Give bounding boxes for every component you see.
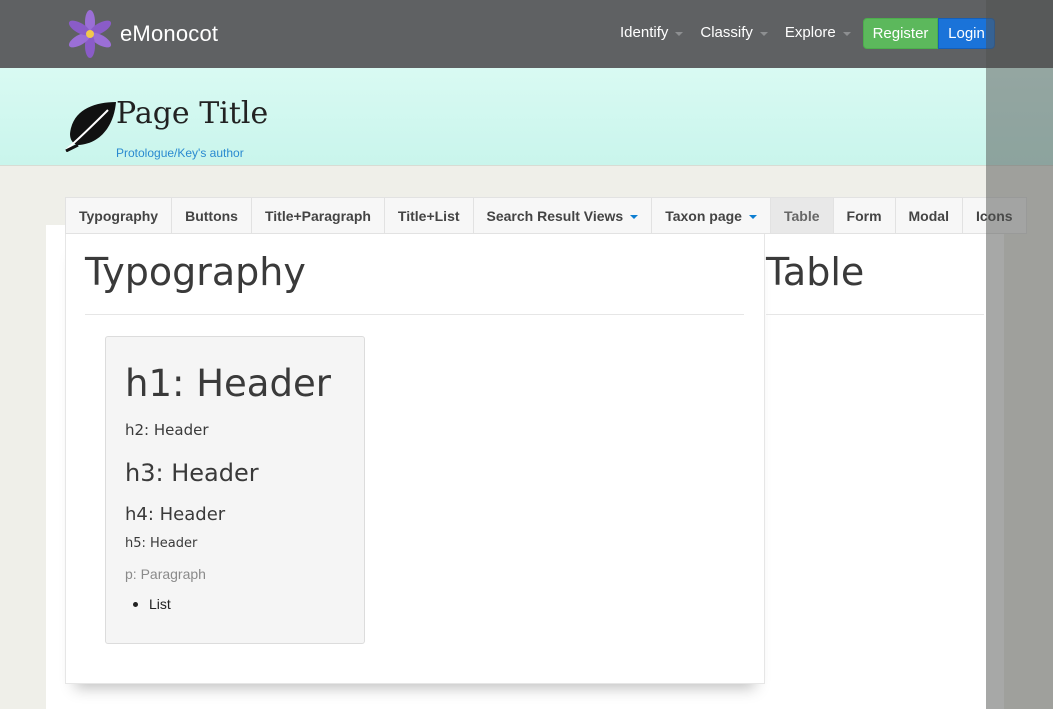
main-nav: Identify Classify Explore [620, 24, 868, 41]
author-link[interactable]: Protologue/Key's author [116, 146, 244, 160]
tab-search-result-views[interactable]: Search Result Views [474, 198, 653, 233]
nav-explore[interactable]: Explore [785, 24, 851, 41]
tab-label: Taxon page [665, 207, 742, 224]
tab-buttons[interactable]: Buttons [172, 198, 252, 233]
tab-label: Typography [79, 207, 159, 224]
chevron-down-icon [759, 31, 768, 36]
sample-h2: h2: Header [125, 421, 209, 439]
tab-title-paragraph[interactable]: Title+Paragraph [252, 198, 385, 233]
tab-title-list[interactable]: Title+List [385, 198, 474, 233]
sample-h5: h5: Header [125, 536, 198, 551]
tab-typography[interactable]: Typography [66, 198, 173, 233]
tab-label: Form [846, 207, 882, 224]
nav-identify[interactable]: Identify [620, 24, 684, 41]
nav-explore-label: Explore [784, 24, 836, 41]
sample-h4: h4: Header [125, 504, 226, 525]
page-title: Page Title [116, 96, 269, 131]
chevron-down-icon [748, 214, 757, 219]
tab-label: Title+Paragraph [264, 207, 371, 224]
tab-modal[interactable]: Modal [896, 198, 963, 233]
sample-list-item: List [133, 596, 171, 612]
tab-label: Table [783, 207, 820, 224]
table-heading: Table [766, 250, 865, 294]
bullet-icon [133, 601, 138, 607]
sample-list-text: List [149, 596, 171, 612]
tab-label: Search Result Views [486, 207, 624, 224]
tab-label: Buttons [185, 207, 238, 224]
tab-form[interactable]: Form [834, 198, 896, 233]
tab-table[interactable]: Table [770, 198, 834, 233]
divider [766, 314, 984, 315]
brand-link[interactable]: eMonocot [66, 10, 218, 58]
chevron-down-icon [675, 31, 684, 36]
divider [85, 314, 744, 315]
nav-classify[interactable]: Classify [700, 24, 768, 41]
nav-identify-label: Identify [620, 24, 669, 41]
sample-h3: h3: Header [125, 459, 259, 487]
flower-icon [68, 10, 112, 58]
tab-label: Title+List [397, 207, 460, 224]
chevron-down-icon [842, 31, 851, 36]
typography-heading: Typography [85, 250, 306, 294]
brand-name: eMonocot [120, 21, 219, 46]
tab-label: Modal [908, 207, 949, 224]
chevron-down-icon [630, 214, 639, 219]
register-button[interactable]: Register [863, 18, 938, 49]
leaf-icon [65, 102, 116, 152]
sample-paragraph: p: Paragraph [125, 566, 206, 582]
style-guide-tabs: Typography Buttons Title+Paragraph Title… [65, 197, 1027, 234]
overlay-strip [986, 0, 1053, 709]
nav-classify-label: Classify [700, 24, 753, 41]
sample-h1: h1: Header [125, 362, 331, 405]
tab-taxon-page[interactable]: Taxon page [652, 198, 771, 233]
